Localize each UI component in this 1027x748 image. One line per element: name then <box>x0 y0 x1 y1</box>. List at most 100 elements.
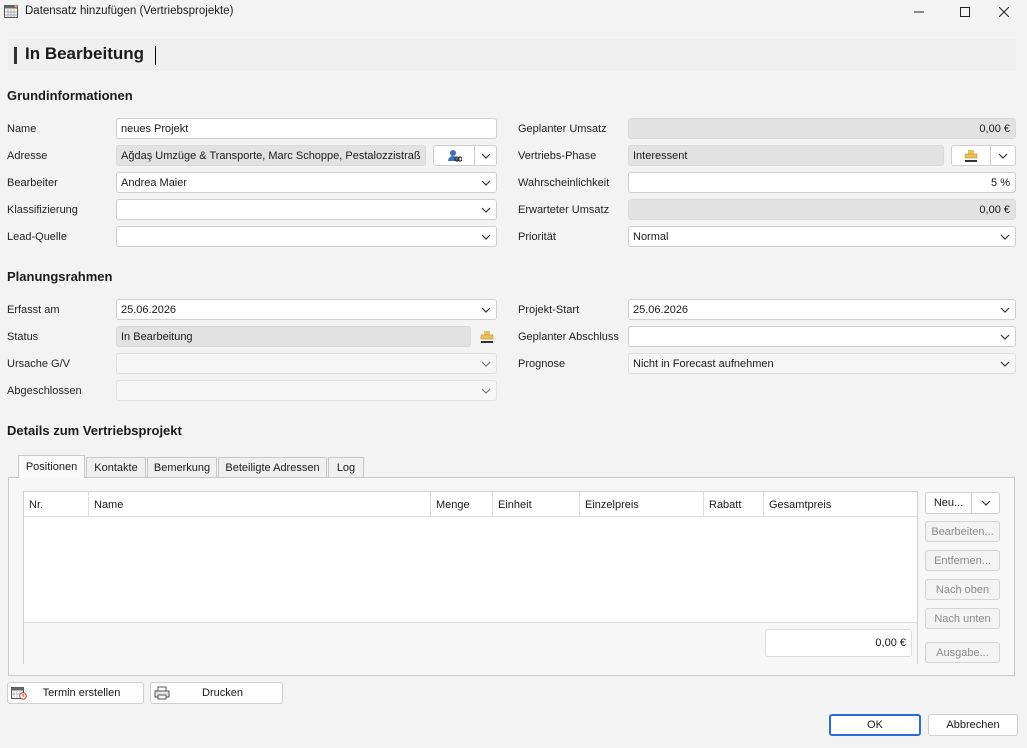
table-header: Nr. Name Menge Einheit Einzelpreis Rabat… <box>24 492 917 517</box>
minimize-button[interactable] <box>896 0 942 24</box>
section-title-details: Details zum Vertriebsprojekt <box>7 423 182 438</box>
priority-label: Priorität <box>518 231 556 243</box>
planned-close-label: Geplanter Abschluss <box>518 331 619 343</box>
column-header-quantity[interactable]: Menge <box>431 492 493 517</box>
chevron-down-icon[interactable] <box>972 493 999 513</box>
probability-value: 5 % <box>991 176 1010 189</box>
minimize-icon <box>914 11 924 13</box>
printer-icon <box>151 686 173 700</box>
new-button[interactable]: Neu... <box>926 493 971 513</box>
column-header-nr[interactable]: Nr. <box>24 492 89 517</box>
tab-involved-addresses[interactable]: Beteiligte Adressen <box>218 457 327 477</box>
column-header-discount[interactable]: Rabatt <box>704 492 764 517</box>
phase-label: Vertriebs-Phase <box>518 150 597 162</box>
status-header: In Bearbeitung <box>8 39 1016 71</box>
stamp-icon <box>480 330 494 343</box>
assignee-label: Bearbeiter <box>7 177 58 189</box>
ok-button[interactable]: OK <box>829 714 921 736</box>
chevron-down-icon <box>480 358 492 370</box>
priority-select[interactable]: Normal <box>628 226 1016 247</box>
cancel-button[interactable]: Abbrechen <box>928 714 1018 736</box>
move-up-button[interactable]: Nach oben <box>925 579 1000 600</box>
tab-contacts[interactable]: Kontakte <box>86 457 146 477</box>
output-button[interactable]: Ausgabe... <box>925 642 1000 663</box>
chevron-down-icon <box>999 331 1011 343</box>
planned-revenue-label: Geplanter Umsatz <box>518 123 607 135</box>
cause-select[interactable] <box>116 353 497 374</box>
lead-source-label: Lead-Quelle <box>7 231 67 243</box>
section-title-basic: Grundinformationen <box>7 88 133 103</box>
captured-label: Erfasst am <box>7 304 60 316</box>
column-header-total-price[interactable]: Gesamtpreis <box>764 492 917 517</box>
assignee-value: Andrea Maier <box>121 176 188 189</box>
tab-log[interactable]: Log <box>328 457 364 477</box>
project-start-date-picker[interactable]: 25.06.2026 <box>628 299 1016 320</box>
new-position-split-button[interactable]: Neu... <box>925 492 1000 514</box>
assignee-select[interactable]: Andrea Maier <box>116 172 497 193</box>
chevron-down-icon[interactable] <box>475 146 496 165</box>
name-value: neues Projekt <box>121 122 189 135</box>
name-label: Name <box>7 123 37 135</box>
classification-select[interactable] <box>116 199 497 220</box>
planned-close-date-picker[interactable] <box>628 326 1016 347</box>
move-down-button[interactable]: Nach unten <box>925 608 1000 629</box>
classification-label: Klassifizierung <box>7 204 78 216</box>
status-stamp-button[interactable] <box>477 326 497 347</box>
chevron-down-icon <box>480 177 492 189</box>
address-picker-button[interactable] <box>433 145 497 166</box>
lead-source-select[interactable] <box>116 226 497 247</box>
close-icon <box>999 7 1009 17</box>
name-input[interactable]: neues Projekt <box>116 118 497 139</box>
print-label: Drucken <box>202 687 243 699</box>
closed-select[interactable] <box>116 380 497 401</box>
edit-button[interactable]: Bearbeiten... <box>925 521 1000 542</box>
forecast-select[interactable]: Nicht in Forecast aufnehmen <box>628 353 1016 374</box>
project-start-label: Projekt-Start <box>518 304 580 316</box>
priority-value: Normal <box>633 230 669 243</box>
create-appointment-label: Termin erstellen <box>42 687 121 699</box>
total-value: 0,00 € <box>875 637 906 649</box>
address-value: Ağdaş Umzüge & Transporte, Marc Schoppe,… <box>121 149 421 162</box>
chevron-down-icon <box>480 385 492 397</box>
probability-input[interactable]: 5 % <box>628 172 1016 193</box>
chevron-down-icon <box>480 304 492 316</box>
phase-picker-button[interactable] <box>951 145 1016 166</box>
expected-revenue-field: 0,00 € <box>628 199 1016 220</box>
chevron-down-icon[interactable] <box>991 146 1015 165</box>
close-button[interactable] <box>981 0 1027 24</box>
captured-date-picker[interactable]: 25.06.2026 <box>116 299 497 320</box>
expected-revenue-label: Erwarteter Umsatz <box>518 204 610 216</box>
chevron-down-icon <box>480 231 492 243</box>
chevron-down-icon <box>999 304 1011 316</box>
address-book-icon[interactable] <box>434 146 474 165</box>
captured-value: 25.06.2026 <box>121 303 177 316</box>
phase-field[interactable]: Interessent <box>628 145 944 166</box>
tab-remarks[interactable]: Bemerkung <box>147 457 217 477</box>
status-label: Status <box>7 331 39 343</box>
column-header-name[interactable]: Name <box>89 492 431 517</box>
phase-value: Interessent <box>633 149 688 162</box>
title-bar: Datensatz hinzufügen (Vertriebsprojekte) <box>0 0 1027 24</box>
print-button[interactable]: Drucken <box>150 682 283 704</box>
header-accent-bar <box>14 47 17 64</box>
forecast-label: Prognose <box>518 358 566 370</box>
address-field[interactable]: Ağdaş Umzüge & Transporte, Marc Schoppe,… <box>116 145 426 166</box>
calendar-clock-icon <box>8 686 30 700</box>
chevron-down-icon <box>480 204 492 216</box>
column-header-unit[interactable]: Einheit <box>493 492 580 517</box>
planned-revenue-value: 0,00 € <box>979 122 1010 135</box>
chevron-down-icon <box>999 358 1011 370</box>
create-appointment-button[interactable]: Termin erstellen <box>7 682 144 704</box>
positions-table[interactable]: Nr. Name Menge Einheit Einzelpreis Rabat… <box>23 491 918 664</box>
stamp-icon[interactable] <box>952 146 990 165</box>
tab-positions[interactable]: Positionen <box>18 455 85 478</box>
probability-label: Wahrscheinlichkeit <box>518 177 610 189</box>
chevron-down-icon <box>999 231 1011 243</box>
project-start-value: 25.06.2026 <box>633 303 689 316</box>
expected-revenue-value: 0,00 € <box>979 203 1010 216</box>
section-title-planning: Planungsrahmen <box>7 269 113 284</box>
forecast-value: Nicht in Forecast aufnehmen <box>633 357 774 370</box>
column-header-unit-price[interactable]: Einzelpreis <box>580 492 704 517</box>
remove-button[interactable]: Entfernen... <box>925 550 1000 571</box>
text-caret <box>155 46 156 65</box>
